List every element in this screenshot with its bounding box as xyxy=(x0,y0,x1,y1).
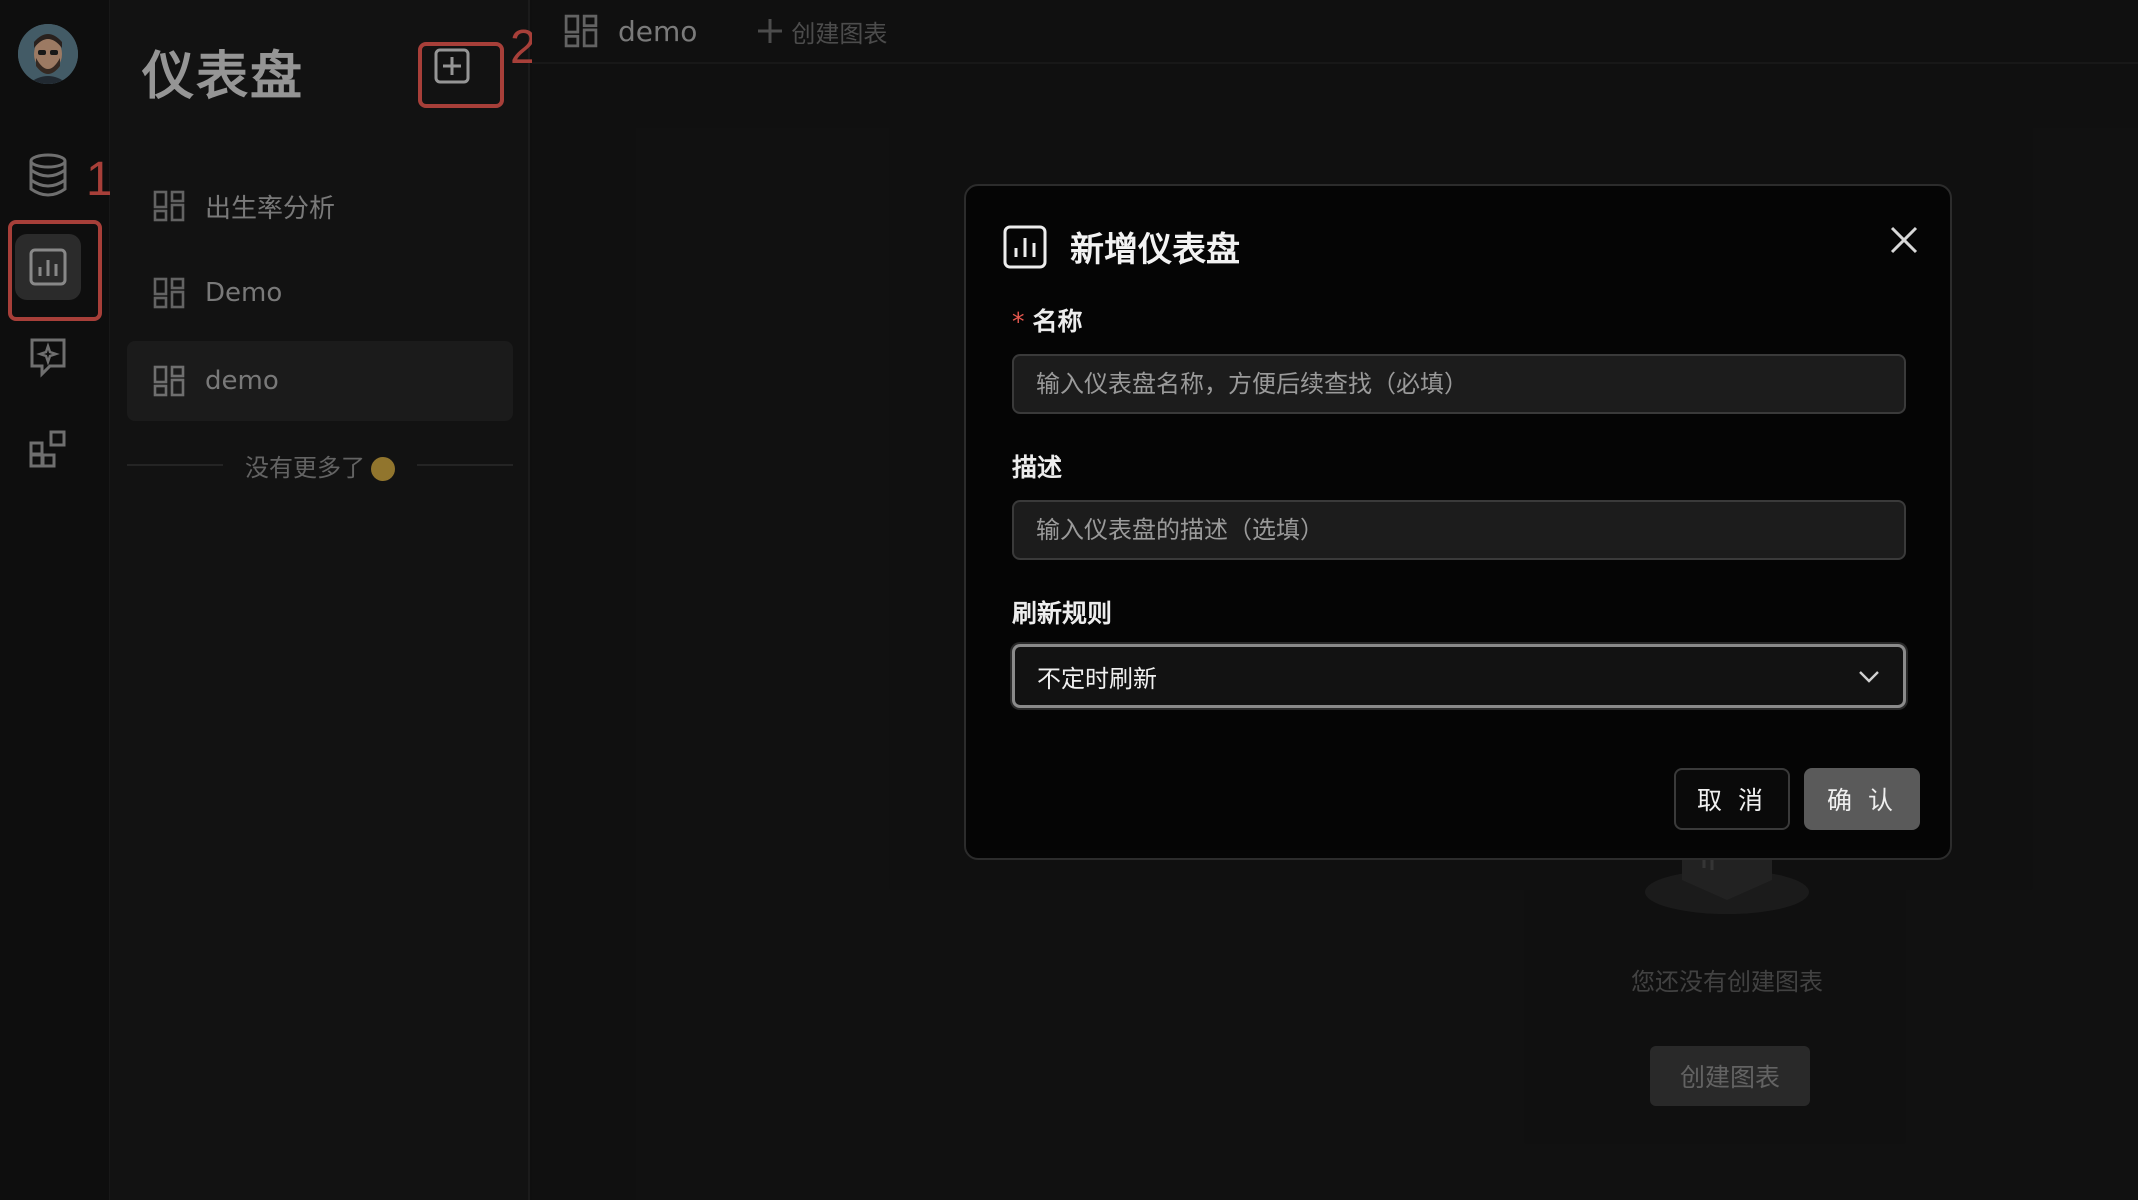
close-icon xyxy=(1890,226,1918,254)
name-input[interactable] xyxy=(1012,354,1906,414)
description-input[interactable] xyxy=(1012,500,1906,560)
refresh-rule-label: 刷新规则 xyxy=(1012,599,1113,628)
required-mark: * xyxy=(1012,307,1025,336)
chart-icon xyxy=(1003,225,1047,268)
close-button[interactable] xyxy=(1884,220,1924,260)
chevron-down-icon xyxy=(1859,671,1879,683)
dialog-header: 新增仪表盘 xyxy=(1002,222,1240,271)
new-dashboard-dialog: 新增仪表盘 *名称 描述 刷新规则 不定时刷新 取 消 确 认 xyxy=(964,184,1952,860)
refresh-rule-value: 不定时刷新 xyxy=(1037,664,1157,693)
dialog-title: 新增仪表盘 xyxy=(1070,230,1240,270)
refresh-rule-select[interactable]: 不定时刷新 xyxy=(1012,644,1906,708)
confirm-button[interactable]: 确 认 xyxy=(1804,768,1920,830)
description-label: 描述 xyxy=(1012,453,1063,482)
cancel-button[interactable]: 取 消 xyxy=(1674,768,1790,830)
name-label: * 名称 xyxy=(1012,307,1083,336)
